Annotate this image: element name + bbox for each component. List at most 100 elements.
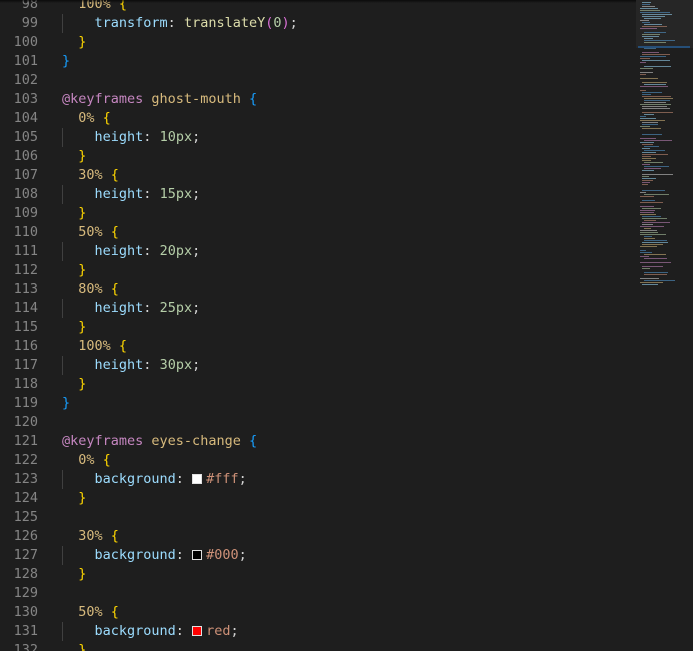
code-line[interactable]: 117 height: 30px; xyxy=(0,356,636,375)
line-number: 103 xyxy=(13,91,38,107)
code-line[interactable]: 113 80% { xyxy=(0,280,636,299)
minimap-line xyxy=(642,148,650,149)
code-line[interactable]: 121 @keyframes eyes-change { xyxy=(0,432,636,451)
minimap-line xyxy=(642,54,670,55)
minimap-line xyxy=(640,86,668,87)
code-line[interactable]: 108 height: 15px; xyxy=(0,185,636,204)
color-swatch-icon[interactable] xyxy=(192,626,203,636)
line-number: 104 xyxy=(13,110,38,126)
code-line[interactable]: 114 height: 25px; xyxy=(0,299,636,318)
code-text: 50% { xyxy=(62,603,119,622)
minimap-line xyxy=(642,224,653,225)
code-line[interactable]: 100 } xyxy=(0,33,636,52)
keyframes-name: eyes-change xyxy=(151,433,241,449)
minimap-line xyxy=(640,56,666,57)
code-line[interactable]: 123 background: #fff; xyxy=(0,470,636,489)
code-text: 100% { xyxy=(62,337,127,356)
unit: px xyxy=(175,129,193,145)
minimap-line xyxy=(642,16,665,17)
colon: : xyxy=(143,186,160,202)
minimap-line xyxy=(640,138,656,139)
colon: : xyxy=(167,15,184,31)
code-line[interactable]: 128 } xyxy=(0,565,636,584)
minimap-line xyxy=(642,158,656,159)
minimap-line xyxy=(640,278,659,279)
code-line[interactable]: 102 xyxy=(0,71,636,90)
code-line[interactable]: 107 30% { xyxy=(0,166,636,185)
minimap-line xyxy=(642,180,653,181)
minimap-line xyxy=(640,104,671,105)
close-brace: } xyxy=(62,53,71,69)
minimap-line xyxy=(642,200,655,201)
code-editor[interactable]: 98 100% {99 transform: translateY(0); 100… xyxy=(0,0,693,651)
minimap-line xyxy=(642,36,659,37)
code-text: } xyxy=(62,318,86,337)
code-line[interactable]: 120 xyxy=(0,413,636,432)
minimap-line xyxy=(642,170,654,171)
css-property: height xyxy=(94,243,144,259)
line-number: 118 xyxy=(13,376,38,392)
line-number: 122 xyxy=(13,452,38,468)
code-line[interactable]: 131 background: red; xyxy=(0,622,636,641)
minimap-line xyxy=(644,98,673,99)
minimap-line xyxy=(640,68,653,69)
code-line[interactable]: 132 } xyxy=(0,641,636,651)
close-brace: } xyxy=(78,34,87,50)
code-text: } xyxy=(62,489,86,508)
code-line[interactable]: 122 0% { xyxy=(0,451,636,470)
code-line[interactable]: 103 @keyframes ghost-mouth { xyxy=(0,90,636,109)
code-line[interactable]: 129 xyxy=(0,584,636,603)
close-brace: } xyxy=(62,395,71,411)
line-number: 123 xyxy=(13,471,38,487)
code-line[interactable]: 112 } xyxy=(0,261,636,280)
code-line[interactable]: 105 height: 10px; xyxy=(0,128,636,147)
code-line[interactable]: 109 } xyxy=(0,204,636,223)
minimap-line xyxy=(640,12,670,13)
minimap-line xyxy=(644,42,666,43)
code-line[interactable]: 115 } xyxy=(0,318,636,337)
code-line[interactable]: 106 } xyxy=(0,147,636,166)
css-property: height xyxy=(94,300,144,316)
code-line[interactable]: 127 background: #000; xyxy=(0,546,636,565)
keyframes-name: ghost-mouth xyxy=(151,91,241,107)
minimap-line xyxy=(640,230,657,231)
code-line[interactable]: 130 50% { xyxy=(0,603,636,622)
minimap-line xyxy=(644,258,667,259)
code-line[interactable]: 124 } xyxy=(0,489,636,508)
line-number: 112 xyxy=(13,262,38,278)
code-line[interactable]: 119} xyxy=(0,394,636,413)
code-line[interactable]: 116 100% { xyxy=(0,337,636,356)
code-line[interactable]: 110 50% { xyxy=(0,223,636,242)
minimap-line xyxy=(640,212,654,213)
code-line[interactable]: 118 } xyxy=(0,375,636,394)
keyframe-selector: 80% xyxy=(78,281,103,297)
minimap-line xyxy=(644,220,656,221)
minimap[interactable] xyxy=(636,0,693,651)
code-area[interactable]: 98 100% {99 transform: translateY(0); 100… xyxy=(0,0,636,651)
minimap-line xyxy=(642,164,650,165)
color-swatch-icon[interactable] xyxy=(192,550,203,560)
code-line[interactable]: 126 30% { xyxy=(0,527,636,546)
color-swatch-icon[interactable] xyxy=(192,474,203,484)
minimap-line xyxy=(642,96,671,97)
code-text: } xyxy=(62,375,86,394)
line-number: 130 xyxy=(13,604,38,620)
line-number: 106 xyxy=(13,148,38,164)
color-value: red xyxy=(206,623,231,639)
open-brace: { xyxy=(110,224,119,240)
minimap-line xyxy=(642,176,649,177)
line-number: 99 xyxy=(21,15,38,31)
code-line[interactable]: 99 transform: translateY(0); xyxy=(0,14,636,33)
code-line[interactable]: 111 height: 20px; xyxy=(0,242,636,261)
line-number: 101 xyxy=(13,53,38,69)
minimap-line xyxy=(640,72,653,73)
code-line[interactable]: 104 0% { xyxy=(0,109,636,128)
minimap-line xyxy=(640,90,646,91)
minimap-line xyxy=(642,244,663,245)
numeric-value: 20 xyxy=(159,243,176,259)
minimap-line xyxy=(642,108,670,109)
code-line[interactable]: 101} xyxy=(0,52,636,71)
open-brace: { xyxy=(110,528,119,544)
minimap-line xyxy=(642,268,650,269)
code-line[interactable]: 125 xyxy=(0,508,636,527)
